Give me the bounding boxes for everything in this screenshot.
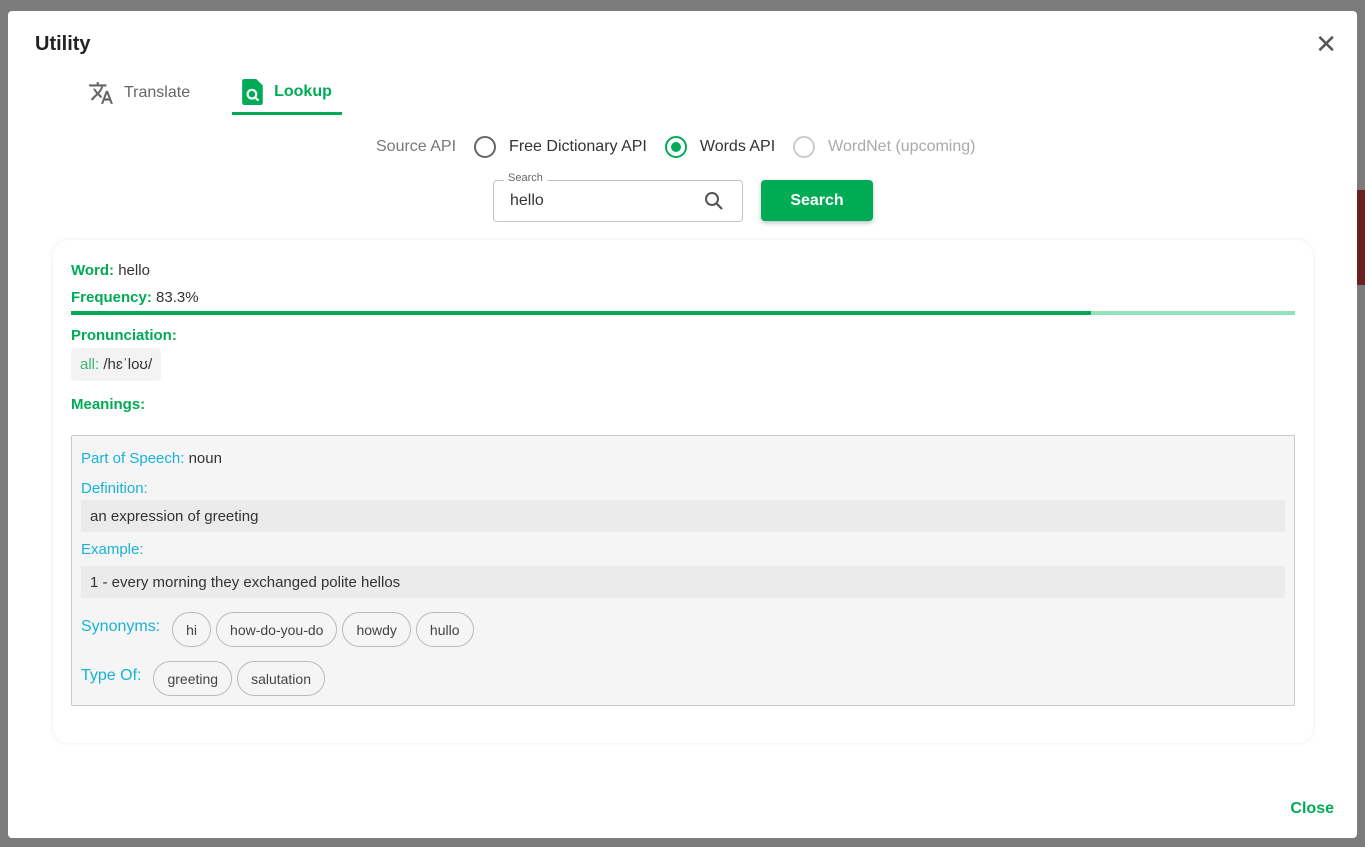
find-in-page-icon (242, 78, 263, 105)
radio-label: Free Dictionary API (509, 138, 647, 155)
pos-value: noun (188, 450, 222, 467)
tab-lookup[interactable]: Lookup (232, 71, 342, 115)
frequency-row: Frequency: 83.3% (71, 289, 199, 306)
translate-icon (89, 82, 113, 104)
definition-label: Definition: (81, 480, 148, 497)
frequency-bar (71, 311, 1295, 315)
synonym-chip[interactable]: how-do-you-do (216, 612, 338, 647)
synonym-chip[interactable]: hullo (415, 612, 474, 647)
pos-row: Part of Speech: noun (81, 450, 222, 467)
radio-icon[interactable] (474, 136, 497, 158)
radio-icon (793, 136, 816, 158)
typeof-label: Type Of: (81, 666, 142, 684)
pron-key: all: (80, 356, 100, 373)
radio-label: Words API (699, 138, 776, 155)
pron-value: /hɛˈloʊ/ (103, 356, 153, 373)
close-icon[interactable]: ✕ (1315, 31, 1337, 57)
pronunciation-label: Pronunciation: (71, 327, 177, 344)
search-icon[interactable] (702, 189, 726, 213)
close-button[interactable]: Close (1290, 800, 1334, 818)
word-value: hello (118, 262, 150, 279)
search-input[interactable] (508, 191, 688, 211)
meaning-box: Part of Speech: noun Definition: an expr… (71, 435, 1295, 706)
utility-dialog: Utility ✕ Translate Lookup Source API Fr… (8, 11, 1357, 838)
background-content (1357, 190, 1365, 285)
tabs: Translate Lookup (78, 71, 374, 115)
radio-wordnet: WordNet (upcoming) (793, 136, 975, 158)
synonym-chip[interactable]: hi (172, 612, 212, 647)
typeof-row: Type Of: greeting salutation (81, 661, 330, 696)
frequency-label: Frequency: (71, 289, 152, 306)
radio-label: WordNet (upcoming) (828, 138, 976, 155)
example-label: Example: (81, 541, 144, 558)
search-button[interactable]: Search (761, 180, 873, 221)
synonyms-row: Synonyms: hi how-do-you-do howdy hullo (81, 612, 479, 647)
word-row: Word: hello (71, 262, 150, 279)
typeof-chip[interactable]: greeting (153, 661, 233, 696)
pronunciation-chip: all: /hɛˈloʊ/ (71, 348, 162, 381)
pos-label: Part of Speech: (81, 450, 185, 467)
word-label: Word: (71, 262, 115, 279)
result-card: Word: hello Frequency: 83.3% Pronunciati… (53, 240, 1313, 743)
source-api-group: Source API Free Dictionary API Words API… (376, 136, 993, 158)
radio-checked-icon[interactable] (664, 136, 687, 158)
search-label: Search (504, 172, 547, 184)
tab-lookup-label: Lookup (274, 82, 332, 100)
search-field[interactable]: Search (493, 172, 743, 222)
synonyms-label: Synonyms: (81, 617, 161, 635)
example-text: 1 - every morning they exchanged polite … (81, 566, 1285, 598)
radio-free-dictionary[interactable]: Free Dictionary API (474, 136, 647, 158)
dialog-title: Utility (35, 33, 91, 55)
tab-translate[interactable]: Translate (78, 71, 200, 115)
radio-words-api[interactable]: Words API (664, 136, 776, 158)
meanings-label: Meanings: (71, 396, 146, 413)
frequency-bar-fill (71, 311, 1091, 315)
definition-text: an expression of greeting (81, 500, 1285, 532)
source-api-label: Source API (376, 138, 457, 155)
tab-translate-label: Translate (124, 84, 191, 101)
typeof-chip[interactable]: salutation (237, 661, 325, 696)
synonym-chip[interactable]: howdy (342, 612, 411, 647)
frequency-value: 83.3% (156, 289, 199, 306)
